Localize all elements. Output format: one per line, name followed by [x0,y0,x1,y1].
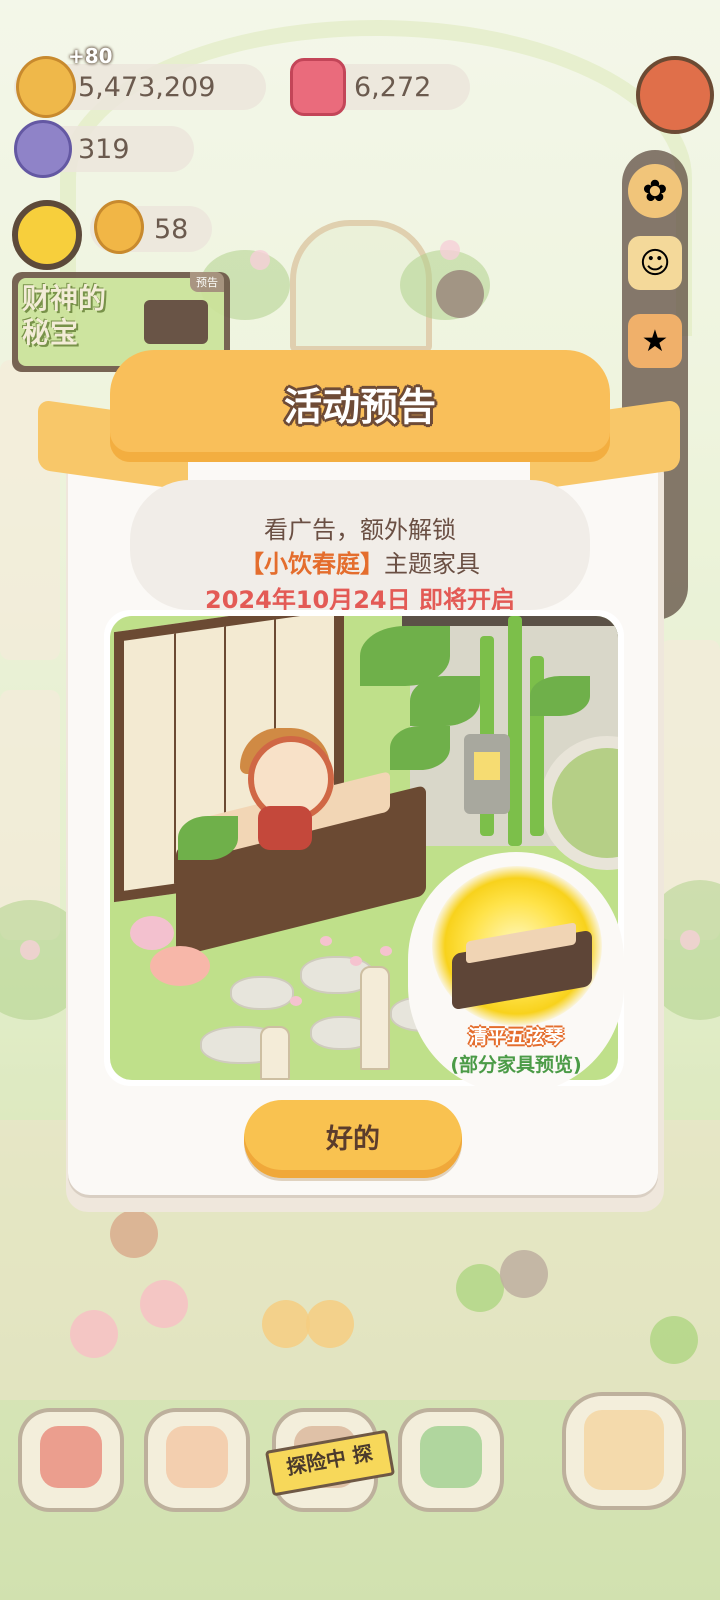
settings-gear-icon[interactable]: ✿ [628,164,682,218]
shop-icon[interactable]: ★ [628,314,682,368]
event-banner-tag: 预告 [190,272,224,292]
kitchen-icon [420,1426,482,1488]
featured-item-name: 清平五弦琴 [468,1026,564,1048]
nav-diary[interactable] [144,1408,250,1512]
theme-suffix: 主题家具 [384,550,480,578]
description-line-1: 看广告，额外解锁 [264,516,456,544]
nav-house[interactable] [18,1408,124,1512]
chef-avatar[interactable] [636,56,714,134]
dialog-title: 活动预告 [283,385,436,429]
notebook-icon [166,1426,228,1488]
ok-button-label: 好的 [326,1124,380,1154]
coins-delta: +80 [68,44,113,68]
cookie-icon [94,200,144,254]
ok-button[interactable]: 好的 [244,1100,462,1178]
nav-kitchen[interactable] [398,1408,504,1512]
gem-icon [290,58,346,116]
pet-timer-icon [584,1410,664,1490]
sun-icon[interactable] [12,200,82,270]
title-ribbon: 活动预告 [110,350,610,462]
featured-item-badge: 清平五弦琴 (部分家具预览) [408,852,624,1094]
description-line-2: 【小饮春庭】主题家具 [0,544,720,579]
energy-icon [14,120,72,178]
coin-icon [16,56,76,118]
mushroom-house-icon [40,1426,102,1488]
theme-name: 【小饮春庭】 [240,550,384,578]
nav-pet[interactable] [562,1392,686,1510]
event-banner-title: 财神的秘宝 [22,282,107,349]
featured-item-note: (部分家具预览) [450,1054,582,1076]
character-card-icon[interactable]: ☺ [628,236,682,290]
furniture-thumbnail [144,300,208,344]
